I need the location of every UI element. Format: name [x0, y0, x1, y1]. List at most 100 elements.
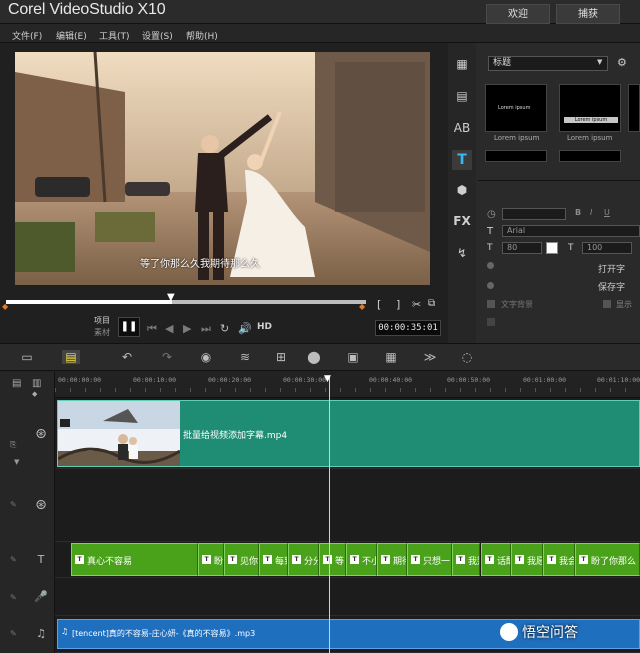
- title-clip[interactable]: T我别: [452, 543, 480, 576]
- project-mode-label[interactable]: 项目: [94, 315, 110, 326]
- mark-in-icon[interactable]: ◆: [2, 302, 8, 311]
- path-icon[interactable]: ↯: [452, 243, 472, 263]
- chevron-down-icon[interactable]: ▼: [597, 58, 602, 66]
- title-clip[interactable]: T分分: [288, 543, 319, 576]
- overlay-track[interactable]: [55, 469, 640, 542]
- multi-trim-icon[interactable]: ▦: [382, 350, 400, 364]
- mask-icon[interactable]: ◌: [458, 350, 476, 364]
- menu-settings[interactable]: 设置(S): [142, 29, 173, 42]
- title-icon[interactable]: T: [452, 150, 472, 170]
- title-template-2[interactable]: Lorem ipsum: [559, 84, 621, 132]
- menu-tools[interactable]: 工具(T): [99, 29, 130, 42]
- title-clip[interactable]: T每到: [259, 543, 288, 576]
- menu-file[interactable]: 文件(F): [12, 29, 42, 42]
- volume-icon[interactable]: 🔊: [238, 322, 252, 335]
- voice-track[interactable]: [55, 578, 640, 616]
- timecode-display[interactable]: 00:00:35:01: [375, 320, 441, 336]
- show-checkbox[interactable]: [603, 300, 611, 308]
- repeat-icon[interactable]: ↻: [220, 322, 229, 335]
- motion-track-icon[interactable]: ⊞: [272, 350, 290, 364]
- graphic-icon[interactable]: ⬢: [452, 180, 472, 200]
- title-clip[interactable]: T话醒: [481, 543, 511, 576]
- voice-track-lock[interactable]: ✎: [10, 593, 17, 602]
- extra-checkbox[interactable]: [487, 318, 495, 326]
- italic-icon[interactable]: I: [590, 208, 592, 217]
- title-clip[interactable]: T我会: [543, 543, 575, 576]
- scrub-handle[interactable]: ▼: [167, 292, 177, 303]
- underline-icon[interactable]: U: [604, 208, 610, 217]
- font-field[interactable]: Arial: [502, 225, 640, 237]
- tab-welcome[interactable]: 欢迎: [486, 4, 550, 24]
- title-clip[interactable]: T我愿: [511, 543, 543, 576]
- redo-icon[interactable]: ↷: [158, 350, 176, 364]
- title-clip-icon: T: [381, 555, 390, 564]
- smartproxy-icon[interactable]: ◉: [197, 350, 215, 364]
- title-clip[interactable]: T 见你: [224, 543, 259, 576]
- title-clip[interactable]: T 真心不容易: [71, 543, 198, 576]
- ripple-edit-icon[interactable]: ◆: [32, 390, 37, 398]
- title-clip-label: 我愿: [527, 557, 542, 567]
- category-dropdown[interactable]: 标题: [488, 56, 608, 71]
- enlarge-icon[interactable]: ⧉: [428, 298, 435, 309]
- overlay-track-lock[interactable]: ✎: [10, 500, 17, 509]
- bold-icon[interactable]: B: [575, 208, 581, 217]
- media-icon[interactable]: ▦: [452, 54, 472, 74]
- title-template-4[interactable]: [485, 150, 547, 162]
- undo-icon[interactable]: ↶: [118, 350, 136, 364]
- transition-icon[interactable]: AB: [452, 118, 472, 138]
- track-manager-icon[interactable]: ▤: [12, 378, 21, 389]
- title-template-5[interactable]: [559, 150, 621, 162]
- split-clip-icon[interactable]: ✂: [412, 298, 421, 311]
- menu-edit[interactable]: 编辑(E): [56, 29, 87, 42]
- clip-mode-label[interactable]: 素材: [94, 327, 110, 338]
- mark-in-bracket-icon[interactable]: [: [377, 298, 381, 311]
- title-clip[interactable]: T不小: [346, 543, 377, 576]
- title-template-1[interactable]: Lorem ipsum: [485, 84, 547, 132]
- title-template-3[interactable]: [628, 84, 640, 132]
- font-color-swatch[interactable]: [546, 242, 558, 254]
- video-track-expand-icon[interactable]: ▼: [14, 458, 19, 466]
- title-clip[interactable]: T 盼了你那么: [575, 543, 640, 576]
- prev-frame-icon[interactable]: ◀: [165, 322, 173, 335]
- settings-icon[interactable]: ⚙: [617, 56, 627, 69]
- save-subtitle-button[interactable]: 保存字: [598, 280, 625, 293]
- title-clip-label: 期待: [393, 557, 406, 567]
- radio-single-title[interactable]: [487, 262, 494, 269]
- font-size-icon: T: [487, 243, 493, 253]
- title-clip[interactable]: T期待: [377, 543, 407, 576]
- pause-button[interactable]: ❚❚: [118, 317, 140, 337]
- font-size-field[interactable]: 80: [502, 242, 542, 254]
- speed-icon[interactable]: ≫: [421, 350, 439, 364]
- open-subtitle-button[interactable]: 打开字: [598, 262, 625, 275]
- next-frame-icon[interactable]: ▶: [183, 322, 191, 335]
- ruler-minor-ticks: [55, 388, 640, 392]
- timeline-playhead[interactable]: [329, 376, 330, 653]
- overlay-track-icon: ⊛: [35, 497, 47, 513]
- music-track-lock[interactable]: ✎: [10, 629, 17, 638]
- audio-mix-icon[interactable]: ≋: [236, 350, 254, 364]
- title-clip[interactable]: T等: [319, 543, 346, 576]
- title-clip[interactable]: T盼: [198, 543, 224, 576]
- tab-capture[interactable]: 捕获: [556, 4, 620, 24]
- chapter-icon[interactable]: ▥: [32, 378, 41, 389]
- fx-icon[interactable]: FX: [452, 211, 472, 231]
- subtitle-editor-icon[interactable]: ▣: [344, 350, 362, 364]
- storyboard-view-icon[interactable]: ▭: [18, 350, 36, 364]
- title-track-lock[interactable]: ✎: [10, 555, 17, 564]
- timeline-view-icon[interactable]: ▤: [62, 350, 80, 364]
- menu-help[interactable]: 帮助(H): [186, 29, 218, 42]
- multi-cam-icon[interactable]: ⬤: [305, 350, 323, 364]
- line-spacing-field[interactable]: 100: [582, 242, 632, 254]
- home-icon[interactable]: ⏮: [147, 322, 157, 336]
- hd-toggle[interactable]: HD: [257, 322, 272, 332]
- mark-out-bracket-icon[interactable]: ]: [396, 298, 400, 311]
- title-clip[interactable]: T 只想一: [407, 543, 452, 576]
- video-track-toggle[interactable]: ⎘: [10, 440, 16, 450]
- text-bg-checkbox[interactable]: [487, 300, 495, 308]
- playhead-handle[interactable]: ▼: [324, 374, 331, 384]
- radio-multi-title[interactable]: [487, 282, 494, 289]
- instant-project-icon[interactable]: ▤: [452, 86, 472, 106]
- mark-out-icon[interactable]: ◆: [359, 302, 365, 311]
- end-icon[interactable]: ⏭: [201, 322, 211, 336]
- duration-field[interactable]: [502, 208, 566, 220]
